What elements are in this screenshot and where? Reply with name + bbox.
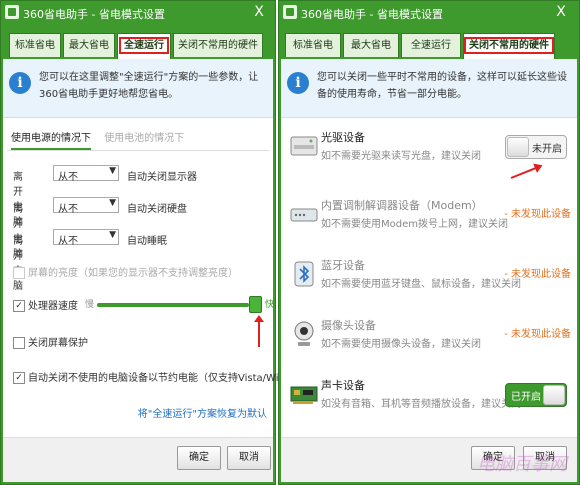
select-value: 从不 — [58, 204, 78, 215]
checkbox-box — [13, 267, 25, 279]
slider-max-label: 快 — [265, 300, 275, 310]
webcam-icon — [294, 321, 314, 346]
cpu-speed-slider[interactable] — [97, 303, 249, 307]
setting-label: 离开电脑 — [13, 236, 23, 292]
dialog-footer: 确定 取消 — [3, 437, 273, 482]
info-banner: i 您可以关闭一些平时不常用的设备，这样可以延长这些设备的使用寿命，节省一部分电… — [281, 59, 577, 118]
tab-standard[interactable]: 标准省电 — [9, 33, 61, 57]
harddisk-timeout-select[interactable]: 从不 ▼ — [53, 197, 119, 215]
subtab-battery[interactable]: 使用电池的情况下 — [104, 129, 184, 148]
checkbox-label: 自动关闭不使用的电脑设备以节约电能（仅支持Vista/Win7） — [28, 373, 302, 384]
device-description: 如没有音箱、耳机等音频播放设备，建议关闭 — [321, 399, 521, 410]
info-icon: i — [287, 72, 309, 94]
tab-content: i 您可以在这里调整"全速运行"方案的一些参数，让360省电助手更好地帮您省电。… — [3, 59, 301, 482]
select-value: 从不 — [58, 236, 78, 247]
tab-full-speed[interactable]: 全速运行 — [401, 33, 461, 57]
toggle-label: 已开启 — [511, 392, 541, 403]
window-title: 360省电助手 - 省电模式设置 — [301, 8, 443, 21]
tab-max-saving[interactable]: 最大省电 — [343, 33, 399, 57]
ok-button[interactable]: 确定 — [177, 446, 221, 470]
info-icon: i — [9, 72, 31, 94]
mode-tabs: 标准省电 最大省电 全速运行 关闭不常用的硬件 — [1, 33, 275, 59]
checkbox-checked-icon: ✓ — [13, 372, 25, 384]
cancel-button[interactable]: 取消 — [227, 446, 271, 470]
toggle-knob — [543, 385, 565, 405]
modem-icon — [290, 208, 318, 222]
display-timeout-select[interactable]: 从不 ▼ — [53, 165, 119, 183]
optical-drive-icon — [290, 136, 318, 156]
toggle-knob — [507, 137, 529, 157]
checkbox-label: 关闭屏幕保护 — [28, 338, 88, 349]
auto-close-devices-checkbox[interactable]: ✓ 自动关闭不使用的电脑设备以节约电能（仅支持Vista/Win7） — [13, 369, 301, 384]
slider-handle[interactable] — [249, 296, 262, 313]
device-description: 如不需要使用摄像头设备，建议关闭 — [321, 339, 481, 350]
tab-close-hardware[interactable]: 关闭不常用的硬件 — [463, 33, 555, 59]
title-bar: 360省电助手 - 省电模式设置 X — [1, 1, 275, 25]
close-button[interactable]: X — [549, 3, 573, 21]
checkbox-checked-icon: ✓ — [13, 300, 25, 312]
device-row-soundcard: 声卡设备 如没有音箱、耳机等音频播放设备，建议关闭 已开启 — [281, 373, 577, 433]
info-text: 您可以在这里调整"全速运行"方案的一些参数，让360省电助手更好地帮您省电。 — [39, 72, 259, 100]
device-name: 声卡设备 — [321, 379, 365, 392]
restore-default-link[interactable]: 将"全速运行"方案恢复为默认 — [138, 405, 267, 420]
tab-max-saving[interactable]: 最大省电 — [63, 33, 115, 57]
dialog-footer: 确定 取消 电脑百事网 — [281, 437, 577, 482]
device-not-found-status: - 未发现此设备 — [504, 209, 571, 220]
brightness-checkbox[interactable]: 屏幕的亮度（如果您的显示器不支持调整亮度） — [13, 264, 238, 279]
device-row-modem: 内置调制解调器设备（Modem） 如不需要使用Modem拨号上网，建议关闭 - … — [281, 193, 577, 253]
app-icon — [5, 5, 19, 19]
bluetooth-icon — [294, 261, 314, 287]
setting-suffix: 自动关闭硬盘 — [127, 204, 187, 215]
power-subtabs: 使用电源的情况下 使用电池的情况下 — [11, 129, 194, 150]
title-bar: 360省电助手 - 省电模式设置 X — [279, 1, 579, 25]
checkbox-label: 屏幕的亮度（如果您的显示器不支持调整亮度） — [28, 268, 238, 279]
device-name: 蓝牙设备 — [321, 259, 365, 272]
device-row-optical: 光驱设备 如不需要光驱来读写光盘，建议关闭 未开启 — [281, 125, 577, 185]
device-description: 如不需要光驱来读写光盘，建议关闭 — [321, 151, 481, 162]
sound-card-toggle[interactable]: 已开启 — [505, 383, 567, 407]
settings-window-right: 360省电助手 - 省电模式设置 X 标准省电 最大省电 全速运行 关闭不常用的… — [278, 0, 580, 485]
setting-suffix: 自动睡眠 — [127, 236, 167, 247]
tab-full-speed[interactable]: 全速运行 — [117, 33, 171, 59]
slider-min-label: 慢 — [85, 300, 95, 310]
red-arrow-annotation — [254, 315, 264, 347]
tab-content: i 您可以关闭一些平时不常用的设备，这样可以延长这些设备的使用寿命，节省一部分电… — [281, 59, 577, 482]
close-button[interactable]: X — [247, 3, 271, 21]
chevron-down-icon: ▼ — [109, 166, 116, 176]
sound-card-icon — [290, 386, 318, 404]
subtab-ac-power[interactable]: 使用电源的情况下 — [11, 129, 91, 150]
optical-drive-toggle[interactable]: 未开启 — [505, 135, 567, 159]
select-value: 从不 — [58, 172, 78, 183]
device-not-found-status: - 未发现此设备 — [504, 329, 571, 340]
divider — [7, 150, 269, 151]
device-description: 如不需要使用蓝牙键盘、鼠标设备，建议关闭 — [321, 279, 521, 290]
cpu-speed-checkbox[interactable]: ✓ 处理器速度 — [13, 297, 78, 312]
settings-window-left: 360省电助手 - 省电模式设置 X 标准省电 最大省电 全速运行 关闭不常用的… — [0, 0, 301, 485]
device-row-bluetooth: 蓝牙设备 如不需要使用蓝牙键盘、鼠标设备，建议关闭 - 未发现此设备 — [281, 253, 577, 313]
device-row-camera: 摄像头设备 如不需要使用摄像头设备，建议关闭 - 未发现此设备 — [281, 313, 577, 373]
device-not-found-status: - 未发现此设备 — [504, 269, 571, 280]
toggle-label: 未开启 — [532, 144, 562, 155]
tab-standard[interactable]: 标准省电 — [285, 33, 341, 57]
chevron-down-icon: ▼ — [109, 198, 116, 208]
app-icon — [283, 5, 297, 19]
device-name: 光驱设备 — [321, 131, 365, 144]
info-text: 您可以关闭一些平时不常用的设备，这样可以延长这些设备的使用寿命，节省一部分电能。 — [317, 72, 567, 100]
sleep-timeout-select[interactable]: 从不 ▼ — [53, 229, 119, 247]
device-description: 如不需要使用Modem拨号上网，建议关闭 — [321, 219, 508, 230]
mode-tabs: 标准省电 最大省电 全速运行 关闭不常用的硬件 — [279, 33, 579, 59]
setting-suffix: 自动关闭显示器 — [127, 172, 197, 183]
chevron-down-icon: ▼ — [109, 230, 116, 240]
device-name: 内置调制解调器设备（Modem） — [321, 199, 483, 212]
tab-close-hardware[interactable]: 关闭不常用的硬件 — [173, 33, 263, 57]
checkbox-label: 处理器速度 — [28, 301, 78, 312]
screensaver-checkbox[interactable]: 关闭屏幕保护 — [13, 334, 88, 349]
slider-fill — [97, 303, 249, 307]
window-title: 360省电助手 - 省电模式设置 — [23, 8, 165, 21]
checkbox-box — [13, 337, 25, 349]
device-name: 摄像头设备 — [321, 319, 376, 332]
info-banner: i 您可以在这里调整"全速运行"方案的一些参数，让360省电助手更好地帮您省电。 — [3, 59, 273, 118]
watermark-logo: 电脑百事网 — [477, 454, 567, 475]
